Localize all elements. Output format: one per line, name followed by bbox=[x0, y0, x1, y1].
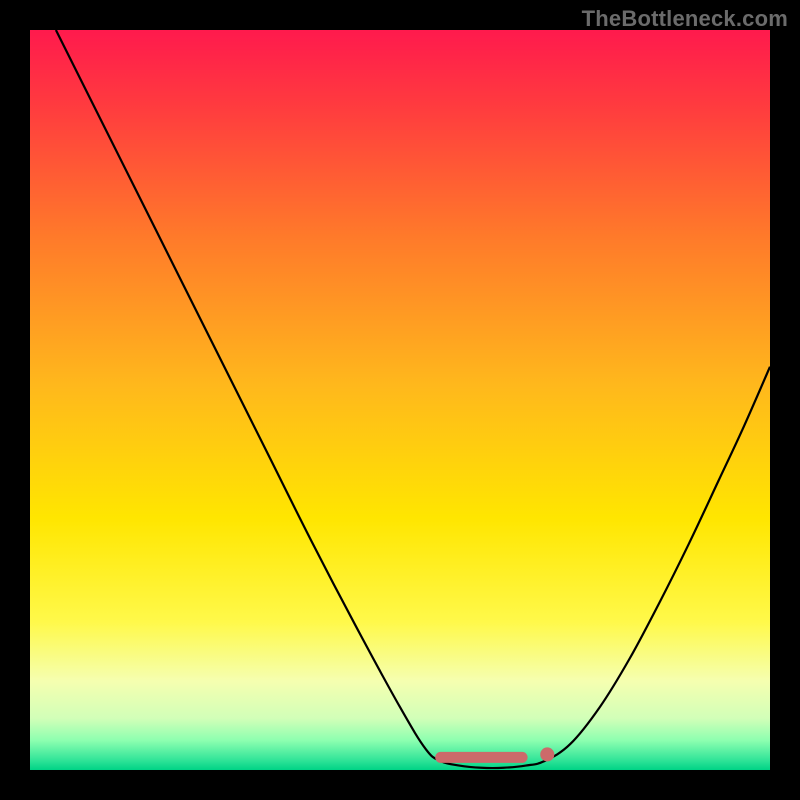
watermark-text: TheBottleneck.com bbox=[582, 6, 788, 32]
gradient-background bbox=[30, 30, 770, 770]
bottleneck-curve-chart bbox=[30, 30, 770, 770]
chart-container: TheBottleneck.com bbox=[0, 0, 800, 800]
plot-area bbox=[30, 30, 770, 770]
optimal-point-marker bbox=[540, 747, 554, 761]
